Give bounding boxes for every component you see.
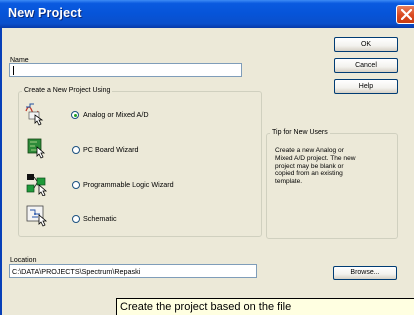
name-input[interactable]: [9, 63, 242, 77]
window-title: New Project: [8, 6, 82, 20]
tip-line: Mixed A/D project. The new: [275, 154, 356, 162]
create-group-legend: Create a New Project Using: [22, 87, 113, 94]
tip-text: Create a new Analog or Mixed A/D project…: [275, 147, 356, 186]
tip-line: copied from an existing: [275, 170, 343, 178]
radio-schematic[interactable]: [72, 215, 80, 223]
radio-pc-board[interactable]: [72, 146, 80, 154]
option-label-pc-board: PC Board Wizard: [83, 145, 139, 154]
option-label-schematic: Schematic: [83, 214, 117, 223]
browse-button[interactable]: Browse...: [333, 266, 397, 280]
ok-button[interactable]: OK: [334, 37, 398, 52]
new-project-dialog: New Project Name OK Cancel Help Create a…: [0, 0, 414, 315]
window-frame-left: [0, 28, 2, 315]
text-caret: [13, 66, 14, 75]
radio-analog-mixed[interactable]: [71, 111, 79, 119]
location-label: Location: [10, 257, 37, 264]
radio-selected-dot: [74, 114, 77, 117]
option-label-programmable-logic: Programmable Logic Wizard: [83, 180, 174, 189]
location-value: C:\DATA\PROJECTS\Spectrum\Repaski: [12, 267, 141, 276]
programmable-logic-icon: [26, 174, 48, 196]
tip-line: project may be blank or: [275, 162, 344, 170]
close-icon: [401, 9, 412, 20]
pc-board-icon: [27, 138, 46, 159]
analog-mixed-icon: [25, 103, 44, 126]
tooltip: Create the project based on the file: [116, 298, 414, 315]
tip-group-legend: Tip for New Users: [270, 129, 330, 136]
option-label-analog-mixed: Analog or Mixed A/D: [83, 110, 149, 119]
schematic-icon: [26, 205, 48, 227]
title-bar[interactable]: New Project: [0, 0, 414, 28]
radio-programmable-logic[interactable]: [72, 181, 80, 189]
tip-line: Create a new Analog or: [275, 147, 344, 154]
cancel-button[interactable]: Cancel: [334, 58, 398, 73]
location-input[interactable]: C:\DATA\PROJECTS\Spectrum\Repaski: [9, 264, 257, 278]
close-button[interactable]: [396, 5, 414, 24]
tip-line: template.: [275, 178, 303, 186]
help-button[interactable]: Help: [334, 79, 398, 94]
